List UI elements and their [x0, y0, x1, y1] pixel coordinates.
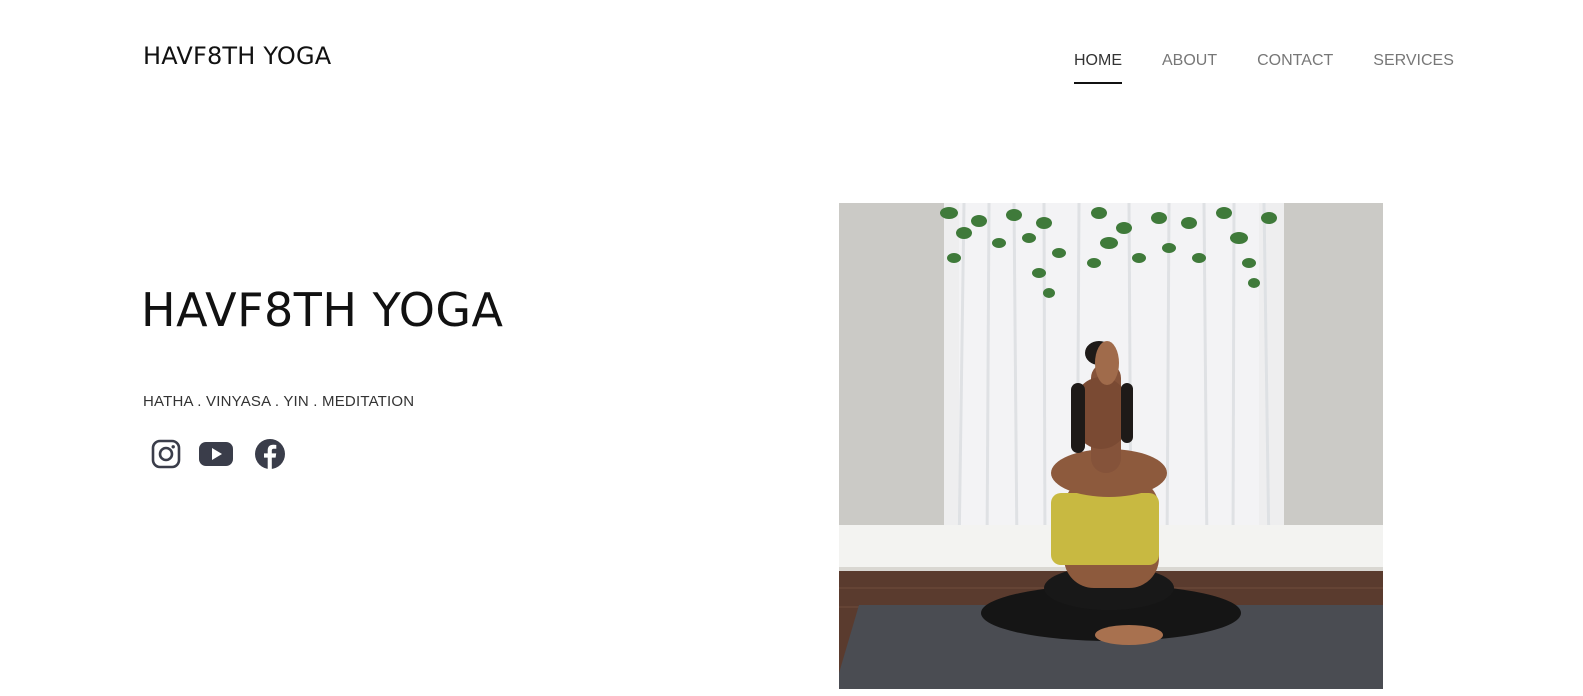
main-nav: HOME ABOUT CONTACT SERVICES — [1062, 50, 1454, 84]
nav-contact[interactable]: CONTACT — [1257, 50, 1333, 84]
facebook-link[interactable] — [252, 436, 288, 472]
facebook-icon — [255, 439, 285, 469]
nav-services[interactable]: SERVICES — [1373, 50, 1454, 84]
hero-photo — [839, 203, 1383, 689]
instagram-icon — [151, 439, 181, 469]
yoga-pose-photo — [839, 203, 1383, 689]
page: HAVF8TH YOGA HOME ABOUT CONTACT SERVICES… — [0, 0, 1583, 696]
youtube-icon — [199, 442, 233, 466]
youtube-link[interactable] — [198, 436, 234, 472]
nav-about[interactable]: ABOUT — [1162, 50, 1217, 84]
social-links — [148, 436, 288, 472]
hero-subtitle: HATHA . VINYASA . YIN . MEDITATION — [143, 393, 415, 410]
nav-home[interactable]: HOME — [1074, 50, 1122, 84]
site-brand[interactable]: HAVF8TH YOGA — [143, 40, 331, 72]
instagram-link[interactable] — [148, 436, 184, 472]
hero-title: HAVF8TH YOGA — [141, 283, 504, 337]
